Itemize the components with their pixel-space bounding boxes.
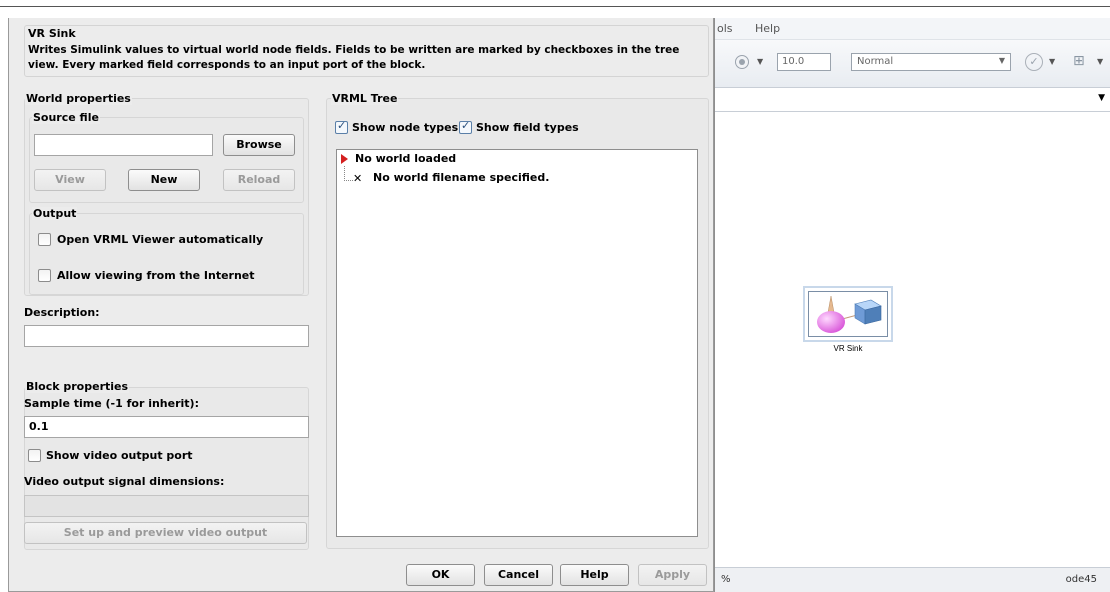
top-border-line	[0, 6, 1110, 7]
source-file-input[interactable]	[34, 134, 213, 156]
menu-help[interactable]: Help	[755, 22, 780, 35]
vrml-tree-label: VRML Tree	[331, 92, 399, 105]
help-button[interactable]: Help	[560, 564, 629, 586]
sample-time-label: Sample time (-1 for inherit):	[24, 397, 199, 410]
open-viewer-checkbox[interactable]	[38, 233, 51, 246]
source-file-label: Source file	[32, 111, 100, 124]
vrml-tree-view[interactable]: No world loaded ✕ No world filename spec…	[336, 149, 698, 537]
sample-time-input[interactable]: 0.1	[24, 416, 309, 438]
new-button[interactable]: New	[128, 169, 200, 191]
model-canvas[interactable]: VR Sink	[715, 112, 1110, 567]
model-status-bar: % ode45	[715, 567, 1110, 592]
chevron-down-icon: ▼	[998, 56, 1005, 65]
zoom-level: %	[721, 574, 731, 585]
simulation-mode-select[interactable]: Normal ▼	[851, 53, 1011, 71]
browse-button[interactable]: Browse	[223, 134, 295, 156]
video-dims-input[interactable]	[24, 495, 309, 517]
error-x-icon: ✕	[353, 172, 363, 185]
show-field-types-checkbox[interactable]	[459, 119, 472, 134]
simulink-model-window: ols Help ▼ 10.0 Normal ▼ ✓ ▼ ⊞ ▼ ▼ VR Si…	[714, 18, 1110, 592]
show-video-port-checkbox[interactable]	[28, 449, 41, 462]
vr-sink-block-label: VR Sink	[833, 344, 863, 353]
block-description: Writes Simulink values to virtual world …	[28, 44, 680, 71]
menu-tools[interactable]: ols	[717, 22, 733, 35]
show-node-types-label[interactable]: Show node types	[352, 121, 458, 134]
ok-button[interactable]: OK	[406, 564, 475, 586]
block-description-panel: VR Sink Writes Simulink values to virtua…	[24, 25, 709, 77]
description-input[interactable]	[24, 325, 309, 347]
show-video-port-label[interactable]: Show video output port	[46, 449, 193, 462]
video-dims-label: Video output signal dimensions:	[24, 475, 225, 488]
model-address-bar[interactable]: ▼	[715, 88, 1110, 112]
model-menubar: ols Help	[715, 18, 1110, 40]
stop-time-field[interactable]: 10.0	[777, 53, 831, 71]
record-icon[interactable]	[735, 55, 749, 69]
output-group	[29, 213, 304, 295]
reload-button[interactable]: Reload	[223, 169, 295, 191]
solver-name: ode45	[1065, 574, 1097, 585]
checkmark-circle-icon[interactable]: ✓	[1025, 53, 1043, 71]
description-label: Description:	[24, 306, 100, 319]
setup-preview-video-button[interactable]: Set up and preview video output	[24, 522, 307, 544]
tree-connector-line	[344, 180, 353, 181]
vr-sink-block[interactable]	[803, 286, 893, 342]
model-toolbar: ▼ 10.0 Normal ▼ ✓ ▼ ⊞ ▼	[715, 40, 1110, 88]
tree-child-node[interactable]: No world filename specified.	[373, 171, 549, 184]
cancel-button[interactable]: Cancel	[484, 564, 553, 586]
output-label: Output	[32, 207, 78, 220]
vr-scene-icon	[808, 291, 888, 337]
simulation-mode-value: Normal	[857, 56, 894, 67]
world-properties-label: World properties	[25, 92, 132, 105]
tree-expand-arrow-icon[interactable]	[341, 154, 348, 164]
tree-root-node[interactable]: No world loaded	[355, 152, 456, 165]
chevron-down-icon[interactable]: ▼	[1098, 93, 1105, 103]
allow-internet-label[interactable]: Allow viewing from the Internet	[57, 269, 255, 282]
open-viewer-label[interactable]: Open VRML Viewer automatically	[57, 233, 263, 246]
block-title: VR Sink	[28, 27, 76, 40]
record-dropdown-arrow-icon[interactable]: ▼	[757, 57, 763, 66]
check-dropdown-arrow-icon[interactable]: ▼	[1049, 57, 1055, 66]
vr-sink-dialog: VR Sink Writes Simulink values to virtua…	[8, 18, 714, 592]
apply-button[interactable]: Apply	[638, 564, 707, 586]
show-field-types-label[interactable]: Show field types	[476, 121, 579, 134]
tree-connector-line	[344, 166, 345, 181]
allow-internet-checkbox[interactable]	[38, 269, 51, 282]
grid-icon[interactable]: ⊞	[1073, 53, 1091, 71]
block-properties-label: Block properties	[25, 380, 130, 393]
view-button[interactable]: View	[34, 169, 106, 191]
grid-dropdown-arrow-icon[interactable]: ▼	[1097, 57, 1103, 66]
show-node-types-checkbox[interactable]	[335, 119, 348, 134]
